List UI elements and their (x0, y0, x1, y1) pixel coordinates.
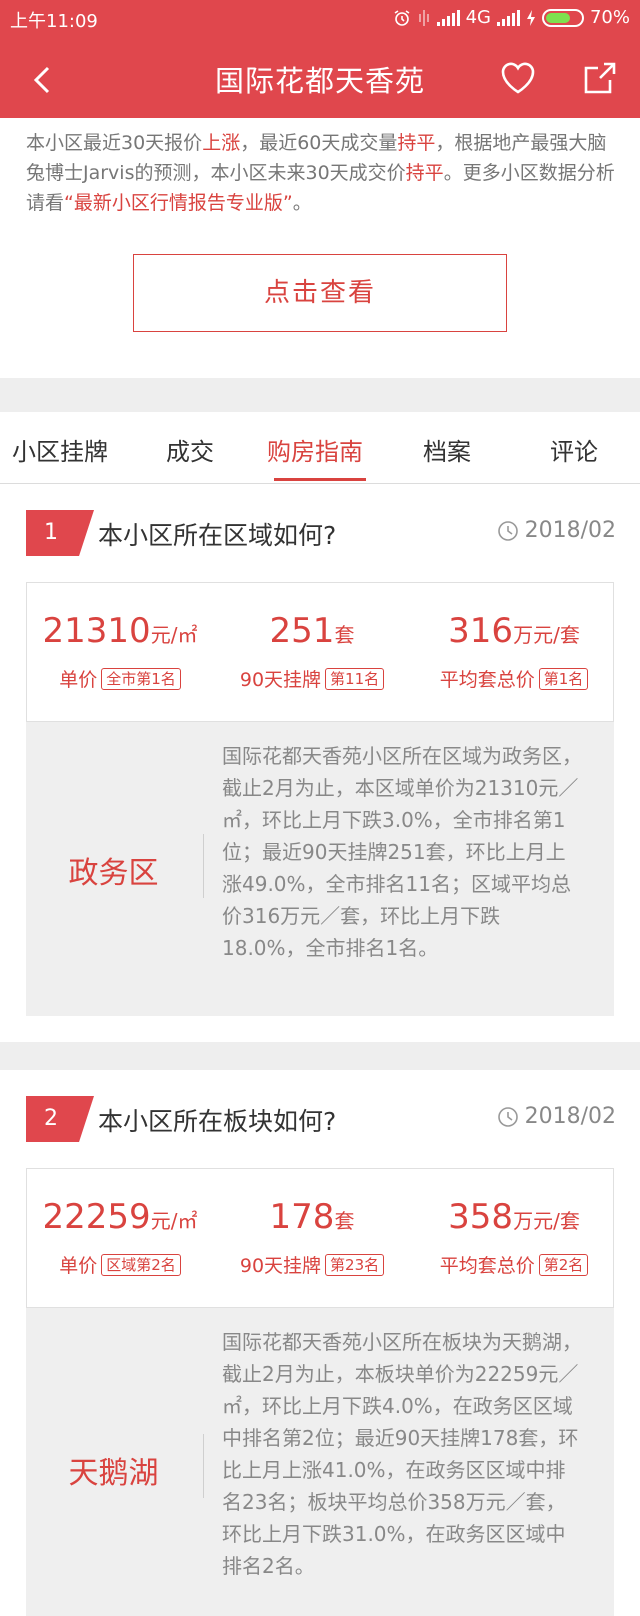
stat-label-text: 单价 (59, 669, 98, 691)
battery-fill (545, 12, 570, 23)
stat-label: 90天挂牌 第11名 (227, 665, 397, 692)
section-title: 本小区所在区域如何? (98, 521, 337, 550)
section-date: 2018/02 (497, 518, 616, 543)
clock-icon (497, 520, 518, 541)
rank-badge: 第1名 (538, 668, 589, 690)
stat-number: 178 (269, 1197, 335, 1237)
alarm-icon (394, 9, 410, 26)
analysis-panel: 天鹅湖 国际花都天香苑小区所在板块为天鹅湖，截止2月为止，本板块单价为22259… (26, 1308, 614, 1616)
rank-badge: 第23名 (325, 1254, 385, 1276)
page-title: 国际花都天香苑 (214, 64, 425, 98)
favorite-heart-icon[interactable] (498, 58, 538, 98)
stat-label-text: 平均套总价 (439, 1255, 535, 1277)
summary-highlight: 上涨 (202, 132, 241, 154)
tab-archive[interactable]: 档案 (423, 432, 471, 467)
status-icons: 4G 70% (393, 7, 630, 28)
status-time: 上午11:09 (10, 11, 98, 32)
stat-unit: 万元/套 (513, 1209, 580, 1233)
divider-line (203, 834, 204, 898)
section-divider (0, 378, 640, 412)
section-divider (0, 1042, 640, 1070)
battery-percent: 70% (589, 7, 630, 28)
rank-badge: 区域第2名 (101, 1254, 181, 1276)
summary-highlight: 持平 (405, 162, 444, 184)
stat-label: 单价 全市第1名 (35, 665, 205, 692)
stat-value: 21310元/㎡ (35, 611, 205, 651)
signal-icon-2 (496, 9, 520, 26)
section-header: 2 本小区所在板块如何? 2018/02 (26, 1096, 616, 1142)
tab-listings[interactable]: 小区挂牌 (12, 432, 108, 467)
charging-icon (526, 9, 535, 26)
vibrate-icon (418, 9, 429, 26)
section-header: 1 本小区所在区域如何? 2018/02 (26, 510, 616, 556)
rank-badge: 第11名 (325, 668, 385, 690)
section-number-badge: 2 (26, 1096, 94, 1142)
stat-value: 178套 (227, 1197, 397, 1237)
stat-avg-total-price: 358万元/套 平均套总价 第2名 (419, 1169, 609, 1309)
signal-icon (436, 9, 460, 26)
stat-label: 平均套总价 第2名 (419, 1251, 609, 1278)
tab-bar: 小区挂牌 成交 购房指南 档案 评论 (0, 412, 640, 484)
report-link[interactable]: “最新小区行情报告专业版” (64, 192, 293, 214)
stat-listings: 251套 90天挂牌 第11名 (227, 583, 397, 723)
area-name: 天鹅湖 (68, 1456, 159, 1491)
section-title: 本小区所在板块如何? (98, 1107, 337, 1136)
stat-unit-price: 22259元/㎡ 单价 区域第2名 (35, 1169, 205, 1309)
summary-text: 。 (292, 192, 312, 214)
stat-label: 单价 区域第2名 (35, 1251, 205, 1278)
analysis-text: 国际花都天香苑小区所在区域为政务区，截止2月为止，本区域单价为21310元／㎡，… (222, 744, 582, 960)
app-header: 上午11:09 4G 70% 国际花都天香苑 (0, 0, 640, 118)
clock-icon (497, 1106, 518, 1127)
stat-avg-total-price: 316万元/套 平均套总价 第1名 (419, 583, 609, 723)
summary-text: ，最近60天成交量 (240, 132, 398, 154)
date-text: 2018/02 (524, 518, 616, 543)
status-bar: 上午11:09 4G 70% (0, 0, 640, 36)
rank-badge: 第2名 (538, 1254, 589, 1276)
stat-label-text: 90天挂牌 (239, 669, 322, 691)
stat-label-text: 90天挂牌 (239, 1255, 322, 1277)
battery-icon (541, 8, 584, 27)
section-date: 2018/02 (497, 1104, 616, 1129)
share-icon[interactable] (580, 58, 620, 98)
analysis-text: 国际花都天香苑小区所在板块为天鹅湖，截止2月为止，本板块单价为22259元／㎡，… (222, 1330, 582, 1578)
stat-value: 316万元/套 (419, 611, 609, 651)
stat-unit: 元/㎡ (150, 623, 198, 647)
stat-number: 251 (269, 611, 335, 651)
rank-badge: 全市第1名 (101, 668, 181, 690)
stat-value: 22259元/㎡ (35, 1197, 205, 1237)
network-type: 4G (465, 7, 491, 28)
stat-number: 22259 (42, 1197, 151, 1237)
stat-label: 90天挂牌 第23名 (227, 1251, 397, 1278)
section-number-badge: 1 (26, 510, 94, 556)
divider-line (203, 1434, 204, 1498)
active-tab-indicator (274, 478, 366, 481)
stat-number: 21310 (42, 611, 151, 651)
stat-unit: 套 (334, 1209, 355, 1233)
area-name: 政务区 (68, 856, 159, 891)
stat-unit: 元/㎡ (150, 1209, 198, 1233)
stat-label-text: 平均套总价 (439, 669, 535, 691)
stat-label-text: 单价 (59, 1255, 98, 1277)
stat-value: 358万元/套 (419, 1197, 609, 1237)
view-report-button[interactable]: 点击查看 (133, 254, 507, 332)
summary-highlight: 持平 (397, 132, 436, 154)
stat-value: 251套 (227, 611, 397, 651)
tab-buying-guide[interactable]: 购房指南 (267, 432, 363, 467)
stat-number: 358 (448, 1197, 514, 1237)
market-summary: 本小区最近30天报价上涨，最近60天成交量持平，根据地产最强大脑兔博士Jarvi… (26, 128, 616, 218)
stat-number: 316 (448, 611, 514, 651)
tab-comments[interactable]: 评论 (550, 432, 598, 467)
date-text: 2018/02 (524, 1104, 616, 1129)
stat-unit-price: 21310元/㎡ 单价 全市第1名 (35, 583, 205, 723)
stat-unit: 套 (334, 623, 355, 647)
analysis-panel: 政务区 国际花都天香苑小区所在区域为政务区，截止2月为止，本区域单价为21310… (26, 722, 614, 1016)
nav-bar: 国际花都天香苑 (0, 40, 640, 114)
summary-text: 本小区最近30天报价 (26, 132, 203, 154)
stat-listings: 178套 90天挂牌 第23名 (227, 1169, 397, 1309)
stats-panel: 22259元/㎡ 单价 区域第2名 178套 90天挂牌 第23名 358万元/套 … (26, 1168, 614, 1308)
stat-unit: 万元/套 (513, 623, 580, 647)
stat-label: 平均套总价 第1名 (419, 665, 609, 692)
stats-panel: 21310元/㎡ 单价 全市第1名 251套 90天挂牌 第11名 316万元/套 … (26, 582, 614, 722)
tab-transactions[interactable]: 成交 (166, 432, 214, 467)
